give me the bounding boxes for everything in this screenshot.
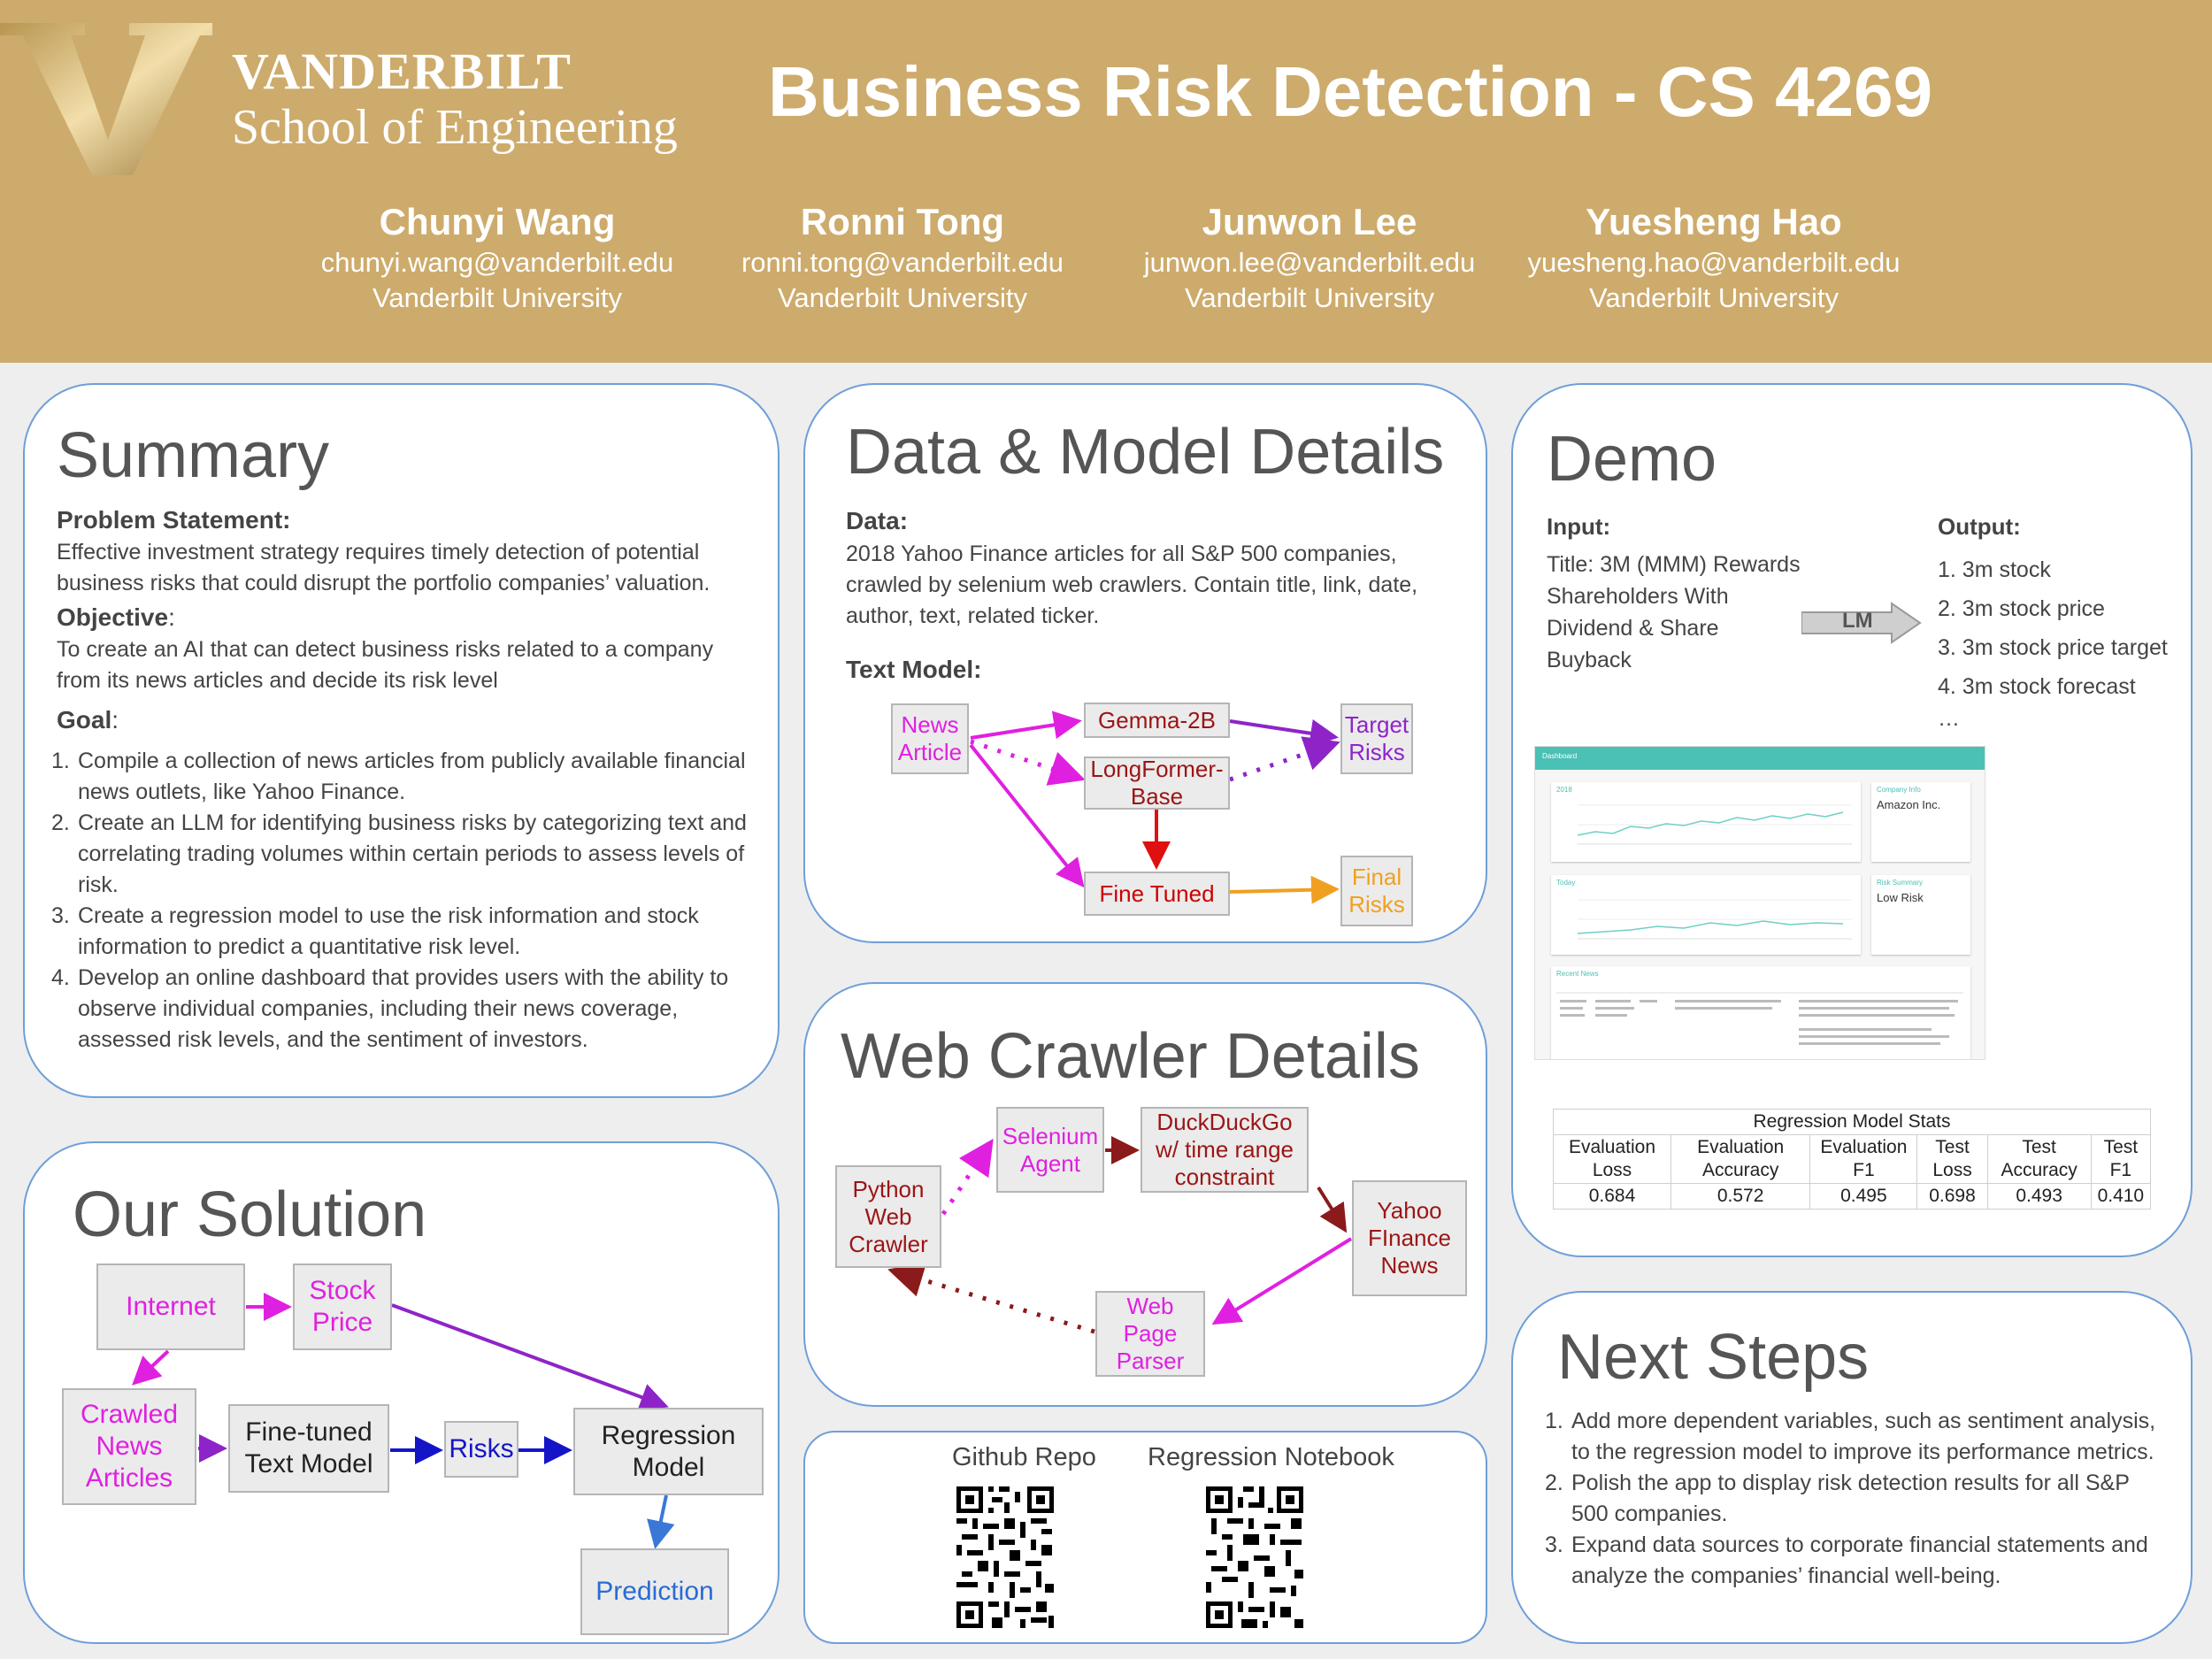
- card-value: Amazon Inc.: [1877, 798, 1941, 811]
- card-title: Risk Summary: [1877, 879, 1924, 887]
- card-title: 2018: [1556, 786, 1572, 794]
- company-info-card: Company Info Amazon Inc.: [1871, 782, 1970, 862]
- lm-arrow: LM: [1801, 602, 1922, 644]
- next-step-text: Polish the app to display risk detection…: [1571, 1471, 2130, 1526]
- card-title: Today: [1556, 879, 1576, 887]
- demo-title: Demo: [1547, 424, 1717, 495]
- card-title: Recent News: [1556, 970, 1599, 978]
- news-table-lines: [1556, 992, 1963, 1045]
- node-yahoo-news: Yahoo FInance News: [1352, 1180, 1467, 1296]
- next-step-text: Expand data sources to corporate financi…: [1571, 1532, 2148, 1588]
- demo-output-label: Output:: [1938, 513, 2021, 540]
- notebook-link-label[interactable]: Regression Notebook: [1148, 1442, 1394, 1473]
- table-cell: 0.410: [2090, 1183, 2152, 1210]
- dashboard-screenshot: Dashboard 2018 Company Info Amazon Inc. …: [1534, 746, 1985, 1060]
- table-row: 0.684 0.572 0.495 0.698 0.493 0.410: [1553, 1183, 2152, 1210]
- list-item: 1. 3m stock: [1938, 557, 2051, 582]
- next-step-text: Add more dependent variables, such as se…: [1571, 1409, 2156, 1464]
- node-python-crawler: Python Web Crawler: [835, 1165, 941, 1268]
- card-value: Low Risk: [1877, 891, 1924, 904]
- table-header-cell: Evaluation F1: [1809, 1134, 1918, 1184]
- next-steps-title: Next Steps: [1557, 1322, 1870, 1393]
- node-page-parser: Web Page Parser: [1095, 1291, 1205, 1377]
- demo-input-label: Input:: [1547, 513, 1611, 540]
- node-duckduckgo: DuckDuckGo w/ time range constraint: [1141, 1107, 1309, 1193]
- table-cell: 0.698: [1916, 1183, 1988, 1210]
- card-title: Company Info: [1877, 786, 1921, 794]
- chart-card-today: Today: [1551, 875, 1861, 955]
- table-caption: Regression Model Stats: [1553, 1109, 2151, 1135]
- list-item: …: [1938, 706, 1960, 731]
- table-header-cell: Test Accuracy: [1986, 1134, 2092, 1184]
- table-row: Regression Model Stats: [1553, 1109, 2151, 1135]
- list-item: 3. 3m stock price target: [1938, 635, 2168, 660]
- list-item: 4. 3m stock forecast: [1938, 674, 2136, 699]
- github-qr-code[interactable]: [956, 1486, 1054, 1628]
- dashboard-topbar: Dashboard: [1535, 747, 1985, 770]
- table-header-cell: Evaluation Loss: [1553, 1134, 1671, 1184]
- table-header-cell: Evaluation Accuracy: [1670, 1134, 1811, 1184]
- notebook-qr-code[interactable]: [1206, 1486, 1303, 1628]
- chart-card-2018: 2018: [1551, 782, 1861, 862]
- table-header-cell: Test Loss: [1916, 1134, 1988, 1184]
- table-cell: 0.495: [1809, 1183, 1918, 1210]
- list-item: 2. Polish the app to display risk detecti…: [1545, 1471, 2130, 1526]
- recent-news-card: Recent News: [1551, 966, 1970, 1059]
- table-header-cell: Test F1: [2090, 1134, 2152, 1184]
- node-selenium: Selenium Agent: [996, 1107, 1104, 1193]
- lm-label: LM: [1842, 609, 1873, 633]
- dashboard-bar-title: Dashboard: [1542, 752, 1578, 760]
- list-item: 2. 3m stock price: [1938, 596, 2105, 621]
- list-item: 3. Expand data sources to corporate finan…: [1545, 1532, 2148, 1588]
- table-row: Evaluation Loss Evaluation Accuracy Eval…: [1553, 1134, 2152, 1184]
- table-cell: 0.572: [1670, 1183, 1811, 1210]
- demo-input-text: Title: 3M (MMM) Rewards Shareholders Wit…: [1547, 552, 1801, 672]
- table-cell: 0.684: [1553, 1183, 1671, 1210]
- github-link-label[interactable]: Github Repo: [952, 1442, 1096, 1473]
- table-cell: 0.493: [1986, 1183, 2092, 1210]
- risk-line-chart: [1577, 899, 1852, 940]
- risk-summary-card: Risk Summary Low Risk: [1871, 875, 1970, 955]
- stock-line-chart: [1577, 804, 1852, 845]
- demo-output-list: 1. 3m stock 2. 3m stock price 3. 3m stoc…: [1938, 550, 2168, 731]
- next-steps-list: 1. Add more dependent variables, such as …: [1545, 1406, 2169, 1592]
- list-item: 1. Add more dependent variables, such as …: [1545, 1409, 2156, 1464]
- regression-stats-table: Regression Model Stats Evaluation Loss E…: [1553, 1109, 2152, 1210]
